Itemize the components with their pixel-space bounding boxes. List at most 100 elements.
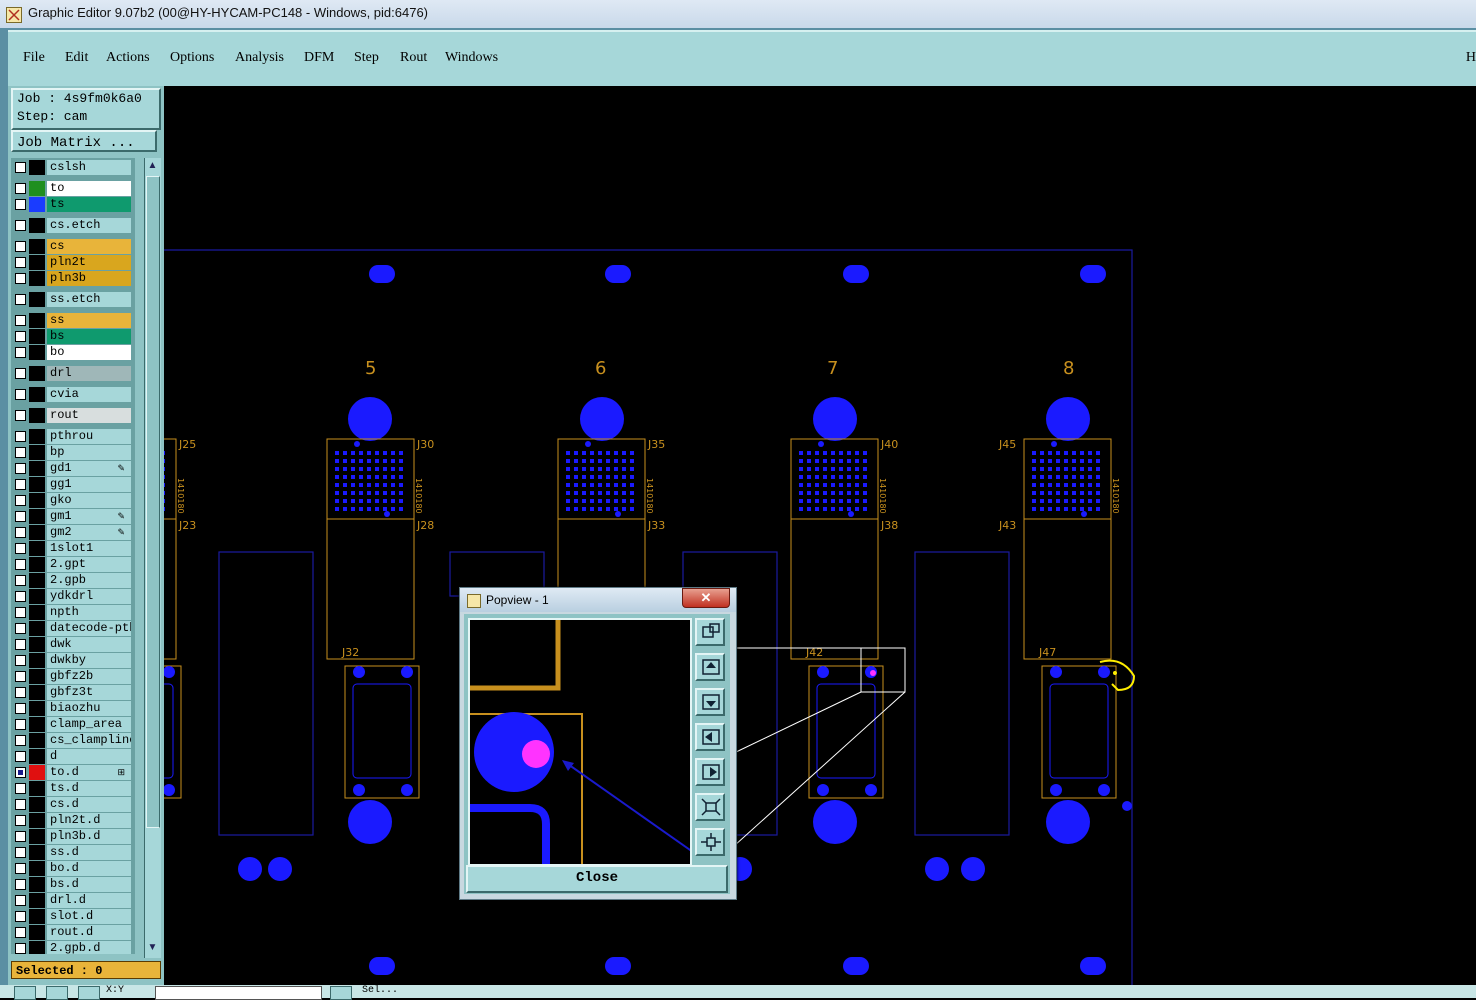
layer-row-ss.d[interactable]: ss.d [11,845,135,860]
layer-color-swatch[interactable] [29,781,45,796]
layer-row-pln2t.d[interactable]: pln2t.d [11,813,135,828]
layer-color-swatch[interactable] [29,637,45,652]
popview-zoom-view[interactable] [468,618,692,866]
layer-row-datecode-pth[interactable]: datecode-pth [11,621,135,636]
layer-color-swatch[interactable] [29,160,45,175]
layer-color-swatch[interactable] [29,387,45,402]
layer-color-swatch[interactable] [29,909,45,924]
layer-name[interactable]: drl.d [47,893,131,908]
layer-checkbox[interactable] [15,735,26,746]
layer-checkbox[interactable] [15,623,26,634]
layer-checkbox[interactable] [15,257,26,268]
layer-checkbox[interactable] [15,479,26,490]
layer-color-swatch[interactable] [29,653,45,668]
layer-row-1slot1[interactable]: 1slot1 [11,541,135,556]
layer-checkbox[interactable] [15,639,26,650]
layer-color-swatch[interactable] [29,218,45,233]
layer-checkbox[interactable] [15,511,26,522]
layer-name[interactable]: cslsh [47,160,131,175]
layer-name[interactable]: gm1 ✎ [47,509,131,524]
tool-zoom-out-icon[interactable] [695,793,725,821]
layer-checkbox[interactable] [15,183,26,194]
layer-name[interactable]: drl [47,366,131,381]
layer-row-to.d[interactable]: to.d ⊞ [11,765,135,780]
layer-row-bp[interactable]: bp [11,445,135,460]
job-matrix-button[interactable]: Job Matrix ... [11,130,157,152]
layer-name[interactable]: to.d ⊞ [47,765,131,780]
layer-color-swatch[interactable] [29,845,45,860]
layer-name[interactable]: bo [47,345,131,360]
layer-checkbox[interactable] [15,591,26,602]
layer-list-scrollbar[interactable]: ▲ ▼ [144,158,161,958]
layer-row-bs[interactable]: bs [11,329,135,344]
layer-name[interactable]: ss [47,313,131,328]
layer-checkbox[interactable] [15,655,26,666]
graphic-canvas[interactable]: 5 6 7 8 J25 J23 1410180 J30 J28 1410180 J32 J35… [164,86,1476,985]
layer-color-swatch[interactable] [29,573,45,588]
layer-color-swatch[interactable] [29,605,45,620]
layer-checkbox[interactable] [15,607,26,618]
layer-row-gbfz3t[interactable]: gbfz3t [11,685,135,700]
layer-color-swatch[interactable] [29,429,45,444]
layer-checkbox[interactable] [15,831,26,842]
layer-name[interactable]: gbfz2b [47,669,131,684]
tool-pan-up-icon[interactable] [695,653,725,681]
scroll-down-arrow-icon[interactable]: ▼ [147,942,158,954]
layer-row-bo[interactable]: bo [11,345,135,360]
layer-color-swatch[interactable] [29,525,45,540]
layer-name[interactable]: clamp_area [47,717,131,732]
menu-windows[interactable]: Windows [445,50,498,66]
menu-actions[interactable]: Actions [106,50,150,66]
layer-checkbox[interactable] [15,927,26,938]
layer-checkbox[interactable] [15,543,26,554]
layer-color-swatch[interactable] [29,765,45,780]
layer-row-cs.etch[interactable]: cs.etch [11,218,135,233]
layer-name[interactable]: ss.d [47,845,131,860]
layer-row-bs.d[interactable]: bs.d [11,877,135,892]
layer-name[interactable]: pthrou [47,429,131,444]
layer-name[interactable]: bp [47,445,131,460]
layer-checkbox[interactable] [15,703,26,714]
layer-checkbox[interactable] [15,559,26,570]
layer-row-2.gpb[interactable]: 2.gpb [11,573,135,588]
layer-name[interactable]: cs_clampline [47,733,131,748]
layer-name[interactable]: to [47,181,131,196]
menu-step[interactable]: Step [354,50,379,66]
layer-name[interactable]: gko [47,493,131,508]
layer-row-cvia[interactable]: cvia [11,387,135,402]
menu-options[interactable]: Options [170,50,214,66]
layer-row-cslsh[interactable]: cslsh [11,160,135,175]
layer-name[interactable]: dwk [47,637,131,652]
layer-checkbox[interactable] [15,220,26,231]
tool-pan-right-icon[interactable] [695,758,725,786]
layer-checkbox[interactable] [15,687,26,698]
layer-name[interactable]: bs.d [47,877,131,892]
layer-row-ts.d[interactable]: ts.d [11,781,135,796]
layer-name[interactable]: 1slot1 [47,541,131,556]
layer-checkbox[interactable] [15,767,26,778]
layer-checkbox[interactable] [15,847,26,858]
layer-row-ss.etch[interactable]: ss.etch [11,292,135,307]
layer-color-swatch[interactable] [29,345,45,360]
layer-checkbox[interactable] [15,389,26,400]
menu-edit[interactable]: Edit [65,50,88,66]
layer-color-swatch[interactable] [29,408,45,423]
layer-name[interactable]: 2.gpt [47,557,131,572]
layer-row-drl[interactable]: drl [11,366,135,381]
layer-checkbox[interactable] [15,943,26,954]
layer-row-to[interactable]: to [11,181,135,196]
layer-name[interactable]: slot.d [47,909,131,924]
layer-checkbox[interactable] [15,368,26,379]
layer-color-swatch[interactable] [29,292,45,307]
layer-checkbox[interactable] [15,495,26,506]
layer-checkbox[interactable] [15,783,26,794]
layer-name[interactable]: cs [47,239,131,254]
layer-color-swatch[interactable] [29,461,45,476]
layer-checkbox[interactable] [15,895,26,906]
layer-name[interactable]: pln3b [47,271,131,286]
layer-checkbox[interactable] [15,863,26,874]
layer-color-swatch[interactable] [29,941,45,954]
layer-color-swatch[interactable] [29,733,45,748]
layer-color-swatch[interactable] [29,366,45,381]
layer-color-swatch[interactable] [29,893,45,908]
